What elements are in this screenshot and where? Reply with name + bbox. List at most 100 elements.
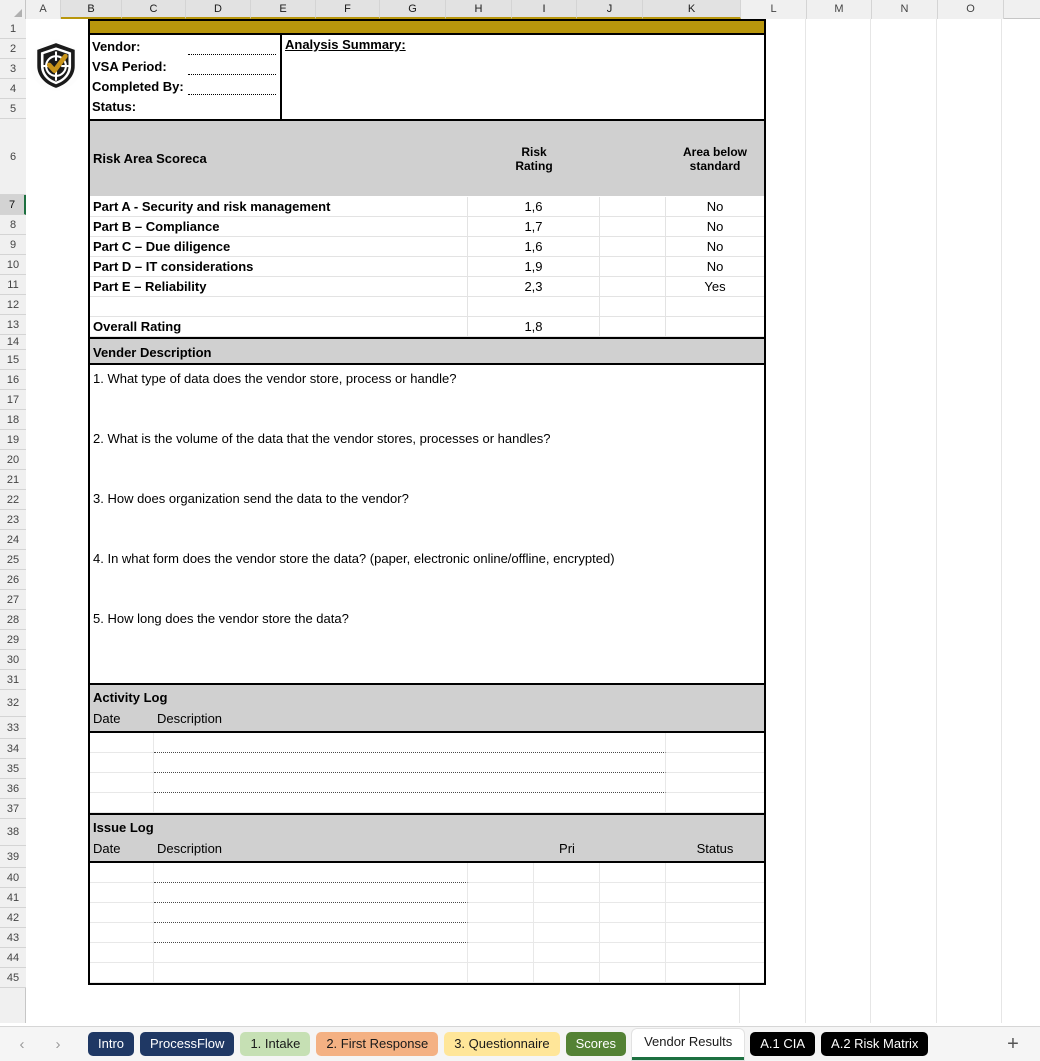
row-header-1[interactable]: 1 [0, 19, 26, 39]
analysis-summary-panel[interactable]: Analysis Summary: [282, 35, 764, 119]
log-cell[interactable] [154, 883, 468, 903]
log-cell[interactable] [90, 733, 154, 753]
row-header-33[interactable]: 33 [0, 717, 26, 739]
row-header-31[interactable]: 31 [0, 670, 26, 690]
vendor-description-questions[interactable]: 1. What type of data does the vendor sto… [90, 365, 764, 685]
row-header-21[interactable]: 21 [0, 470, 26, 490]
log-cell[interactable] [154, 793, 666, 813]
add-sheet-button[interactable]: + [1002, 1033, 1024, 1055]
log-cell[interactable] [534, 903, 600, 923]
log-cell[interactable] [90, 793, 154, 813]
row-header-7[interactable]: 7 [0, 195, 26, 215]
row-header-28[interactable]: 28 [0, 610, 26, 630]
row-header-8[interactable]: 8 [0, 215, 26, 235]
row-header-3[interactable]: 3 [0, 59, 26, 79]
column-header-J[interactable]: J [577, 0, 643, 19]
row-header-15[interactable]: 15 [0, 350, 26, 370]
select-all-corner[interactable] [0, 0, 26, 19]
log-cell[interactable] [468, 903, 534, 923]
column-header-K[interactable]: K [643, 0, 741, 19]
log-cell[interactable] [600, 943, 666, 963]
log-cell[interactable] [90, 753, 154, 773]
sheet-tab-a-1-cia[interactable]: A.1 CIA [750, 1032, 816, 1056]
log-cell[interactable] [468, 923, 534, 943]
log-cell[interactable] [154, 733, 666, 753]
log-cell[interactable] [666, 963, 764, 983]
blank-rating-cell[interactable] [468, 297, 600, 317]
log-cell[interactable] [666, 733, 764, 753]
row-header-40[interactable]: 40 [0, 868, 26, 888]
blank-spacer-cell[interactable] [600, 297, 666, 317]
sheet-tab-intro[interactable]: Intro [88, 1032, 135, 1056]
row-header-27[interactable]: 27 [0, 590, 26, 610]
column-header-B[interactable]: B [61, 0, 122, 19]
row-header-18[interactable]: 18 [0, 410, 26, 430]
row-header-17[interactable]: 17 [0, 390, 26, 410]
row-header-16[interactable]: 16 [0, 370, 26, 390]
sheet-tab-1-intake[interactable]: 1. Intake [240, 1032, 311, 1056]
row-header-35[interactable]: 35 [0, 759, 26, 779]
column-header-I[interactable]: I [512, 0, 577, 19]
log-cell[interactable] [600, 863, 666, 883]
row-header-34[interactable]: 34 [0, 739, 26, 759]
column-header-D[interactable]: D [186, 0, 251, 19]
log-cell[interactable] [534, 943, 600, 963]
row-header-29[interactable]: 29 [0, 630, 26, 650]
column-header-E[interactable]: E [251, 0, 316, 19]
column-header-L[interactable]: L [741, 0, 807, 19]
log-cell[interactable] [90, 903, 154, 923]
column-header-C[interactable]: C [122, 0, 186, 19]
completed-by-field-row[interactable]: Completed By: [92, 77, 280, 97]
column-header-N[interactable]: N [872, 0, 938, 19]
row-header-22[interactable]: 22 [0, 490, 26, 510]
sheet-tab-vendor-results[interactable]: Vendor Results [632, 1028, 745, 1060]
log-cell[interactable] [154, 943, 468, 963]
log-cell[interactable] [468, 883, 534, 903]
sheet-tab-processflow[interactable]: ProcessFlow [140, 1032, 235, 1056]
sheet-tab-2-first-response[interactable]: 2. First Response [316, 1032, 439, 1056]
row-header-11[interactable]: 11 [0, 275, 26, 295]
column-header-M[interactable]: M [807, 0, 872, 19]
row-header-38[interactable]: 38 [0, 819, 26, 846]
row-header-39[interactable]: 39 [0, 846, 26, 868]
log-cell[interactable] [90, 863, 154, 883]
vsa-period-value-fill[interactable] [188, 74, 276, 75]
vsa-period-field-row[interactable]: VSA Period: [92, 57, 280, 77]
row-header-41[interactable]: 41 [0, 888, 26, 908]
log-cell[interactable] [90, 923, 154, 943]
log-cell[interactable] [90, 773, 154, 793]
log-cell[interactable] [90, 943, 154, 963]
log-cell[interactable] [666, 773, 764, 793]
scorecard-blank-row[interactable] [90, 297, 764, 317]
row-header-36[interactable]: 36 [0, 779, 26, 799]
log-cell[interactable] [666, 903, 764, 923]
row-header-43[interactable]: 43 [0, 928, 26, 948]
log-cell[interactable] [600, 963, 666, 983]
sheet-tab-a-2-risk-matrix[interactable]: A.2 Risk Matrix [821, 1032, 929, 1056]
row-header-4[interactable]: 4 [0, 79, 26, 99]
log-cell[interactable] [600, 923, 666, 943]
prev-sheet-arrow-icon[interactable]: ‹ [14, 1036, 30, 1053]
log-cell[interactable] [600, 903, 666, 923]
log-cell[interactable] [468, 963, 534, 983]
log-cell[interactable] [534, 963, 600, 983]
column-header-H[interactable]: H [446, 0, 512, 19]
grid-canvas[interactable]: Vendor: VSA Period: Completed By: Status… [27, 19, 1040, 1023]
log-cell[interactable] [468, 863, 534, 883]
log-cell[interactable] [666, 753, 764, 773]
row-header-30[interactable]: 30 [0, 650, 26, 670]
log-cell[interactable] [90, 883, 154, 903]
log-cell[interactable] [534, 863, 600, 883]
row-header-45[interactable]: 45 [0, 968, 26, 988]
row-header-23[interactable]: 23 [0, 510, 26, 530]
row-header-25[interactable]: 25 [0, 550, 26, 570]
row-header-5[interactable]: 5 [0, 99, 26, 119]
column-header-G[interactable]: G [380, 0, 446, 19]
log-cell[interactable] [154, 903, 468, 923]
log-cell[interactable] [666, 883, 764, 903]
row-header-14[interactable]: 14 [0, 335, 26, 350]
row-header-42[interactable]: 42 [0, 908, 26, 928]
log-cell[interactable] [534, 883, 600, 903]
column-header-O[interactable]: O [938, 0, 1004, 19]
log-cell[interactable] [90, 963, 154, 983]
